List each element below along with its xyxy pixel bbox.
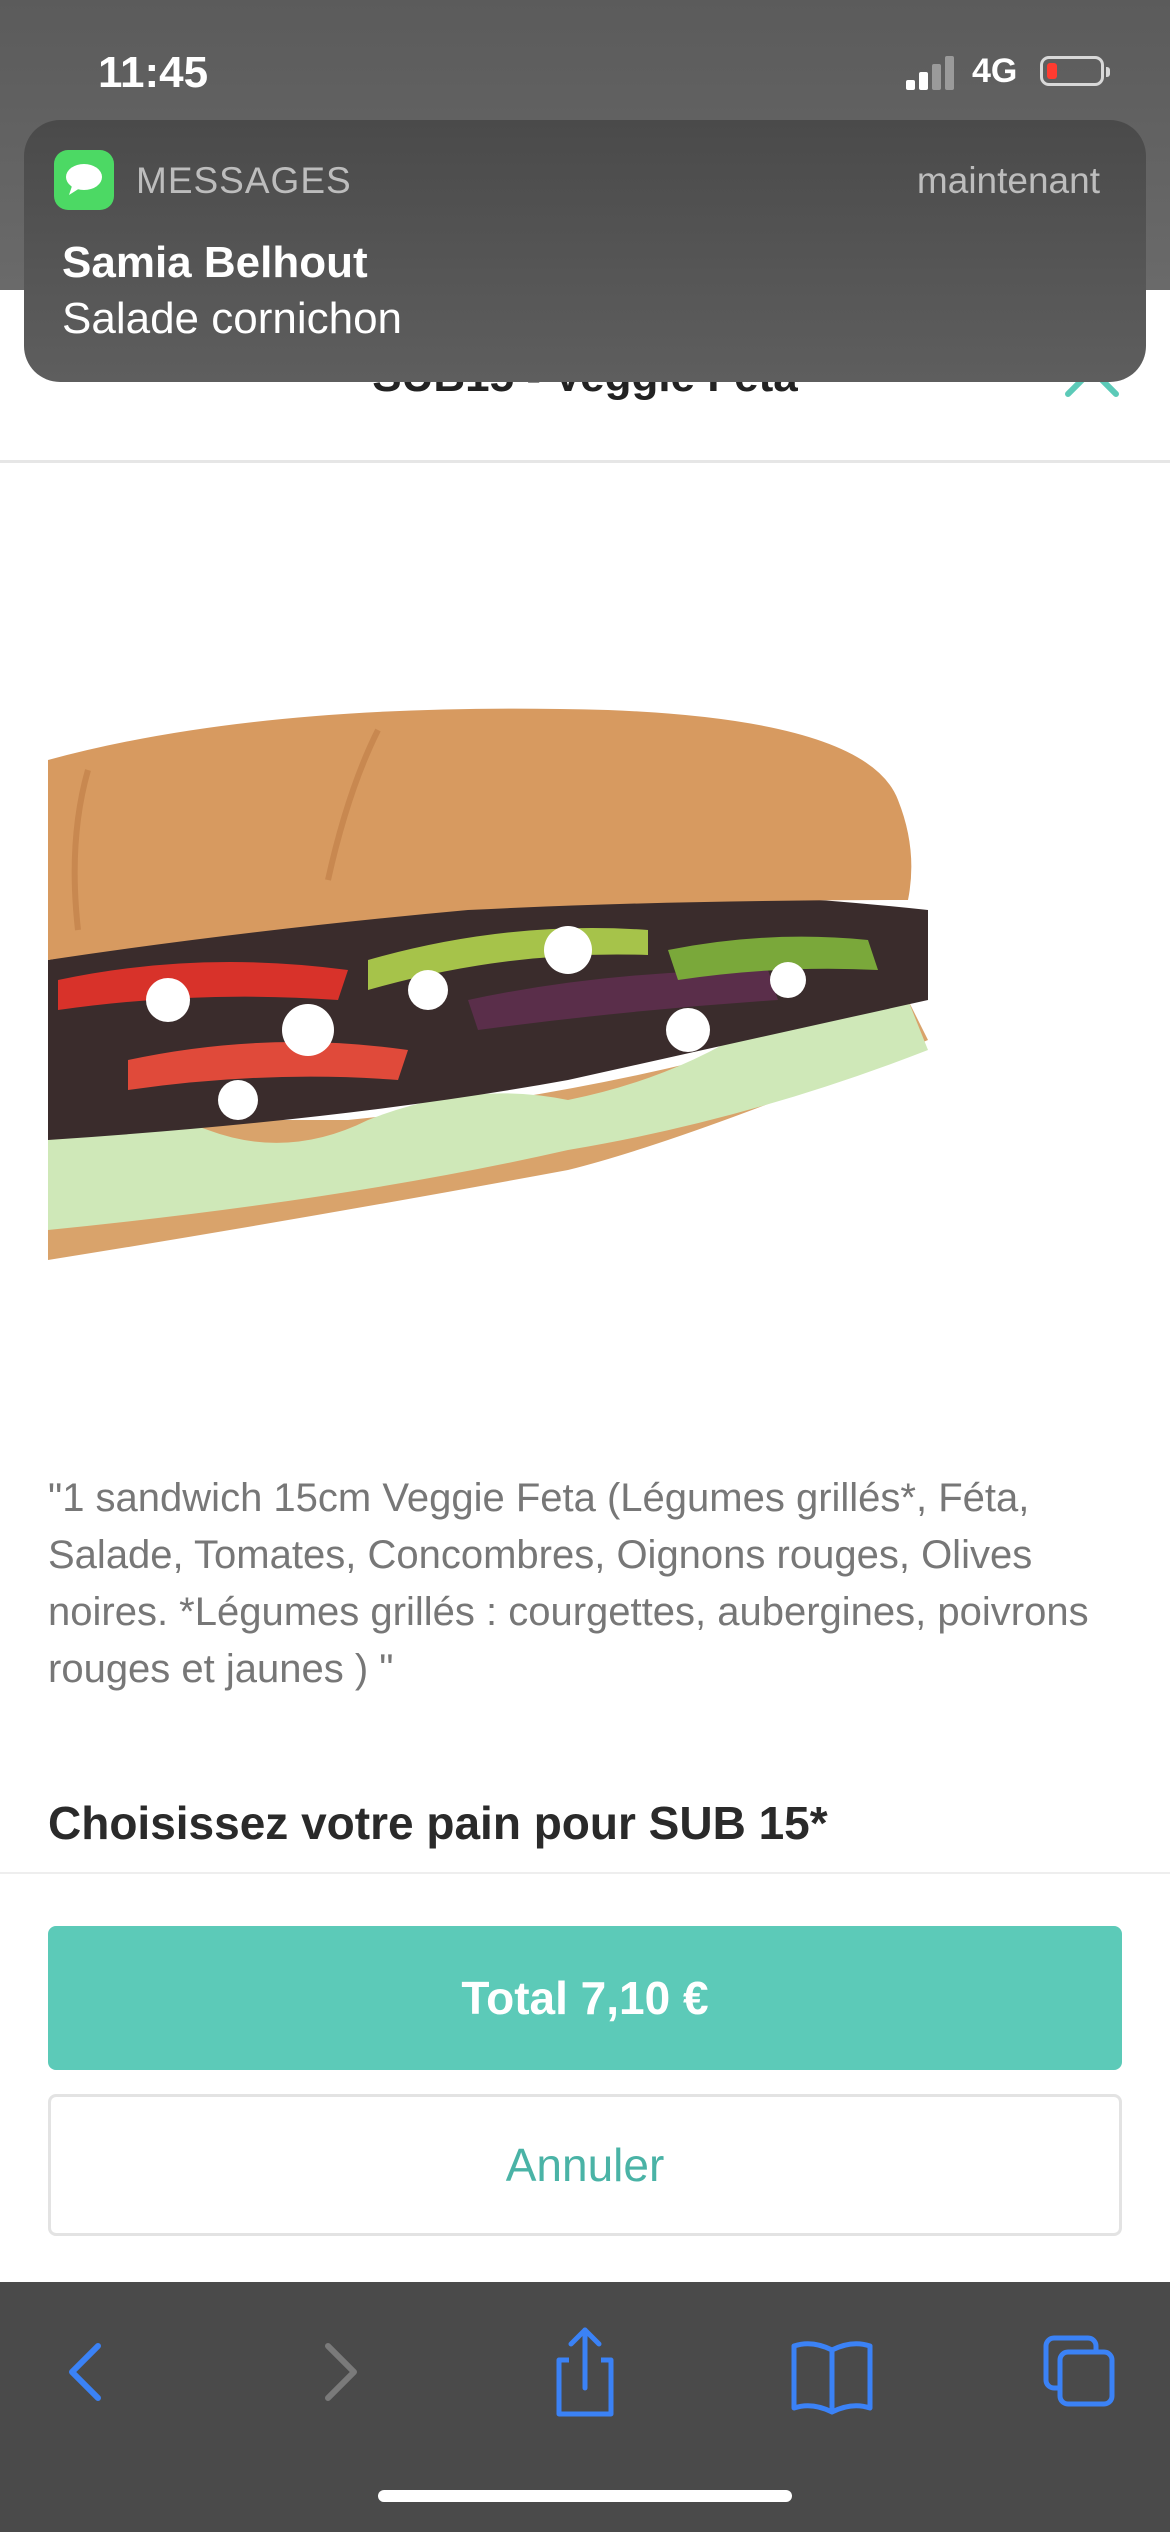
messages-icon: [54, 150, 114, 210]
sandwich-image: [48, 708, 928, 1260]
bookmarks-icon[interactable]: [772, 2322, 892, 2422]
network-type: 4G: [972, 52, 1018, 90]
back-icon[interactable]: [26, 2322, 146, 2422]
forward-icon[interactable]: [280, 2322, 400, 2422]
status-bar: 11:45 4G: [0, 0, 1170, 130]
bread-choice-title: Choisissez votre pain pour SUB 15*: [48, 1797, 828, 1849]
home-indicator[interactable]: [378, 2490, 792, 2502]
product-description: "1 sandwich 15cm Veggie Feta (Légumes gr…: [48, 1476, 1089, 1691]
notification-app-name: MESSAGES: [136, 160, 352, 201]
signal-icon: [906, 54, 958, 90]
status-time: 11:45: [98, 48, 209, 97]
notification-sender: Samia Belhout: [62, 238, 368, 287]
share-icon[interactable]: [525, 2322, 645, 2422]
notification-body: Salade cornichon: [62, 294, 403, 343]
cancel-button[interactable]: Annuler: [48, 2094, 1122, 2236]
sheet-footer: Total 7,10 € Annuler: [0, 1872, 1170, 2284]
total-button[interactable]: Total 7,10 €: [48, 1926, 1122, 2070]
notification-time: maintenant: [916, 160, 1100, 201]
battery-icon: [1040, 56, 1110, 86]
tabs-icon[interactable]: [1020, 2322, 1140, 2422]
message-notification[interactable]: MESSAGES maintenant Samia Belhout Salade…: [24, 120, 1146, 382]
